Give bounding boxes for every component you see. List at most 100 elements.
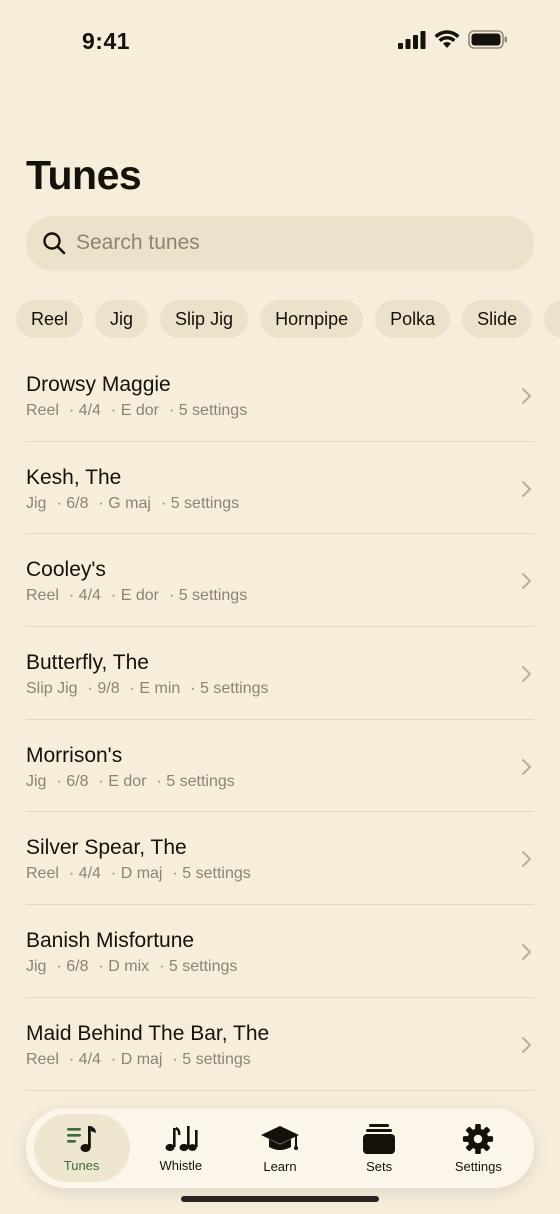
tune-type: Jig	[26, 772, 47, 790]
tab-tunes[interactable]: Tunes	[33, 1114, 130, 1182]
tune-settings: · 5 settings	[190, 680, 269, 698]
tune-key: · D maj	[110, 1050, 163, 1068]
filter-chip-reel[interactable]: Reel	[16, 300, 84, 338]
tune-key: · G maj	[98, 494, 151, 512]
gear-icon	[463, 1123, 494, 1154]
tune-list: Drowsy Maggie Reel · 4/4 · E dor · 5 set…	[0, 349, 560, 1091]
tune-key: · E dor	[98, 772, 147, 790]
home-indicator	[181, 1196, 379, 1202]
tune-settings: · 5 settings	[156, 772, 235, 790]
tune-type: Reel	[26, 587, 59, 605]
music-notes-icon	[165, 1125, 198, 1151]
filter-chip-slip-jig[interactable]: Slip Jig	[160, 300, 249, 338]
tune-row[interactable]: Silver Spear, The Reel · 4/4 · D maj · 5…	[26, 812, 534, 906]
graduation-cap-icon	[260, 1125, 299, 1150]
music-note-list-icon	[66, 1125, 96, 1152]
status-time: 9:41	[82, 28, 131, 54]
filter-chip-slide[interactable]: Slide	[462, 300, 533, 338]
tune-meter: · 9/8	[87, 680, 120, 698]
tab-label: Settings	[454, 1158, 502, 1174]
tune-row[interactable]: Maid Behind The Bar, The Reel · 4/4 · D …	[26, 998, 534, 1091]
filter-chip-more[interactable]: B	[544, 300, 560, 338]
chevron-right-icon	[522, 573, 531, 590]
tune-key: · E dor	[110, 587, 159, 605]
tune-name: Drowsy Maggie	[26, 373, 171, 396]
search-bar[interactable]	[26, 216, 534, 270]
chevron-right-icon	[522, 758, 531, 775]
chevron-right-icon	[522, 666, 531, 683]
tune-meter: · 4/4	[68, 587, 101, 605]
tune-type: Reel	[26, 865, 59, 883]
tab-bar: Tunes Whistle Learn Sets Settings	[26, 1108, 534, 1188]
tab-whistle[interactable]: Whistle	[133, 1114, 229, 1182]
tune-type-filter: Reel Jig Slip Jig Hornpipe Polka Slide B	[16, 300, 560, 340]
filter-chip-hornpipe[interactable]: Hornpipe	[260, 300, 364, 338]
tune-meta: Slip Jig · 9/8 · E min · 5 settings	[26, 680, 279, 698]
tune-name: Butterfly, The	[26, 651, 149, 675]
search-icon	[43, 232, 66, 255]
tune-type: Jig	[26, 958, 47, 976]
tune-settings: · 5 settings	[159, 958, 238, 976]
tune-name: Silver Spear, The	[26, 836, 187, 860]
tune-name: Morrison's	[26, 743, 123, 767]
chevron-right-icon	[522, 388, 531, 404]
tab-label: Sets	[366, 1158, 393, 1174]
tune-row[interactable]: Morrison's Jig · 6/8 · E dor · 5 setting…	[26, 720, 534, 813]
signal-icon	[398, 30, 426, 49]
filter-chip-jig[interactable]: Jig	[95, 300, 149, 338]
status-icons	[398, 30, 508, 49]
tune-type: Jig	[26, 494, 47, 512]
tune-meta: Jig · 6/8 · G maj · 5 settings	[26, 495, 249, 513]
chevron-right-icon	[522, 1036, 531, 1053]
tune-meta: Jig · 6/8 · D mix · 5 settings	[26, 958, 247, 976]
tune-meter: · 6/8	[56, 772, 89, 790]
tune-row[interactable]: Drowsy Maggie Reel · 4/4 · E dor · 5 set…	[26, 349, 534, 442]
tune-meter: · 4/4	[68, 402, 101, 419]
tune-meter: · 6/8	[56, 958, 89, 976]
tab-label: Whistle	[159, 1157, 203, 1173]
stack-icon	[363, 1123, 396, 1154]
tune-settings: · 5 settings	[172, 1050, 251, 1068]
tune-name: Kesh, The	[26, 465, 122, 489]
tune-type: Reel	[26, 1050, 59, 1068]
tune-row[interactable]: Cooley's Reel · 4/4 · E dor · 5 settings	[26, 534, 534, 628]
tune-name: Banish Misfortune	[26, 929, 195, 953]
page-title: Tunes	[26, 152, 142, 198]
tune-settings: · 5 settings	[168, 587, 248, 605]
tune-settings: · 5 settings	[172, 865, 251, 883]
tab-sets[interactable]: Sets	[331, 1114, 427, 1182]
filter-chip-polka[interactable]: Polka	[375, 300, 451, 338]
tune-type: Reel	[26, 402, 59, 419]
tab-learn[interactable]: Learn	[232, 1114, 328, 1182]
chevron-right-icon	[522, 851, 531, 868]
tune-key: · D maj	[110, 865, 163, 883]
tune-row[interactable]: Kesh, The Jig · 6/8 · G maj · 5 settings	[26, 442, 534, 535]
chevron-right-icon	[522, 480, 531, 497]
tune-settings: · 5 settings	[168, 402, 248, 419]
wifi-icon	[434, 30, 460, 48]
tab-label: Learn	[263, 1158, 297, 1174]
tune-row[interactable]: Banish Misfortune Jig · 6/8 · D mix · 5 …	[26, 905, 534, 998]
tune-meter: · 6/8	[56, 494, 89, 512]
tune-name: Cooley's	[26, 558, 106, 582]
tune-row[interactable]: Butterfly, The Slip Jig · 9/8 · E min · …	[26, 627, 534, 720]
tab-settings[interactable]: Settings	[430, 1114, 526, 1182]
tune-key: · D mix	[98, 958, 150, 976]
tune-meta: Jig · 6/8 · E dor · 5 settings	[26, 773, 245, 791]
battery-icon	[468, 30, 507, 49]
chevron-right-icon	[522, 944, 531, 961]
tune-settings: · 5 settings	[160, 494, 240, 512]
tune-key: · E dor	[110, 402, 159, 419]
status-bar: 9:41	[0, 0, 560, 84]
tune-meta: Reel · 4/4 · E dor · 5 settings	[26, 587, 257, 605]
tune-key: · E min	[129, 680, 181, 698]
tab-label: Tunes	[63, 1157, 100, 1173]
tune-meta: Reel · 4/4 · D maj · 5 settings	[26, 1051, 261, 1069]
tune-meter: · 4/4	[68, 1050, 101, 1068]
tune-meta: Reel · 4/4 · E dor · 5 settings	[26, 402, 257, 420]
tune-meta: Reel · 4/4 · D maj · 5 settings	[26, 865, 261, 883]
tune-meter: · 4/4	[68, 865, 101, 883]
tune-name: Maid Behind The Bar, The	[26, 1021, 270, 1045]
tune-type: Slip Jig	[26, 680, 78, 698]
search-input[interactable]	[76, 231, 496, 255]
